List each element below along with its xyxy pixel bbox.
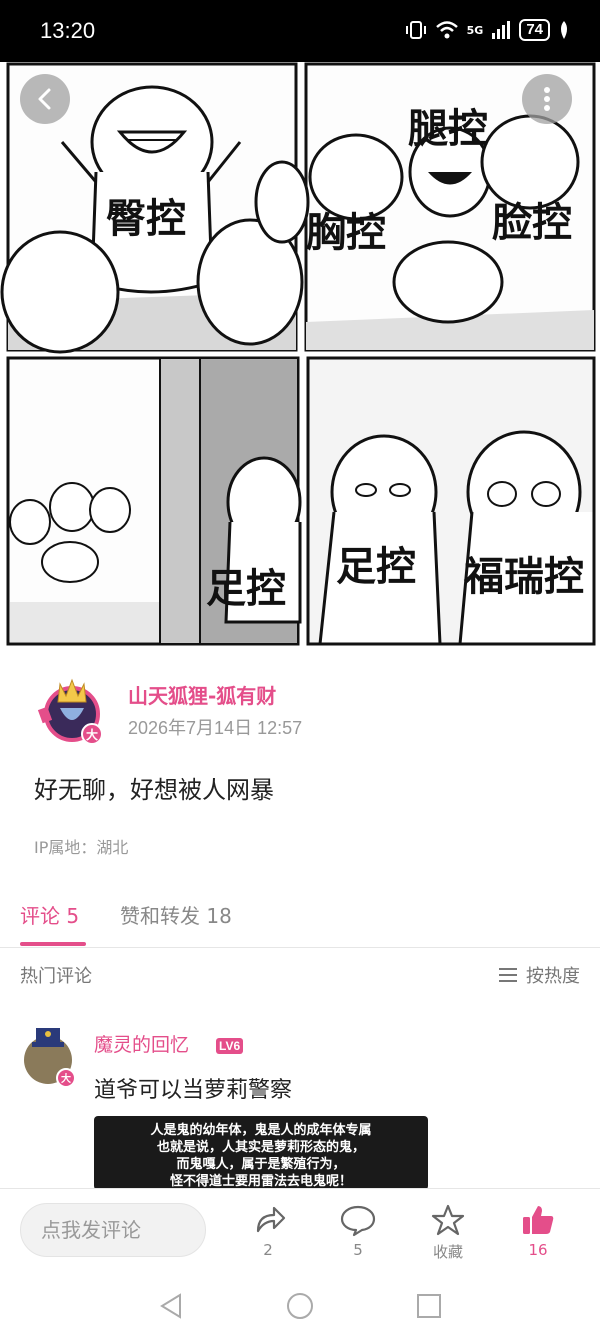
post-image[interactable]: 臀控 腿控 胸控 脸控 足控 足控 福瑞控 <box>0 62 600 646</box>
more-icon <box>544 87 550 111</box>
hot-comments-header: 热门评论 按热度 <box>0 962 600 992</box>
nav-back-icon[interactable] <box>158 1292 184 1320</box>
comment-icon <box>340 1205 376 1237</box>
bottom-action-bar: 点我发评论 2 5 收藏 16 <box>0 1188 600 1270</box>
ip-location: IP属地：湖北 <box>34 838 129 857</box>
system-nav-bar <box>0 1270 600 1340</box>
comment-tabs: 评论 5 赞和转发 18 <box>0 880 600 948</box>
author-avatar[interactable]: 大 <box>34 672 110 748</box>
signal-icon <box>492 21 511 39</box>
sort-button[interactable]: 按热度 <box>498 962 580 988</box>
like-count: 16 <box>528 1241 548 1259</box>
panel-label-5: 足控 <box>206 566 286 612</box>
comment-count: 5 <box>353 1241 363 1259</box>
panel-label-4: 脸控 <box>492 200 572 246</box>
author-avatar-badge: 大 <box>86 727 98 742</box>
comment-text: 道爷可以当萝莉警察 <box>94 1078 293 1103</box>
hot-comments-title: 热门评论 <box>20 966 92 987</box>
status-bar: 13:20 5G 74 <box>0 0 600 62</box>
nav-home-icon[interactable] <box>286 1292 314 1320</box>
comic-drawing: 臀控 腿控 胸控 脸控 足控 足控 福瑞控 <box>0 62 600 646</box>
panel-label-6: 足控 <box>336 544 416 590</box>
wifi-icon <box>435 21 458 39</box>
back-icon <box>38 88 51 110</box>
comment-image[interactable]: 人是鬼的幼年体，鬼是人的成年体专属 也就是说，人其实是萝莉形态的鬼， 而鬼嘎人，… <box>94 1116 428 1190</box>
comment-input[interactable]: 点我发评论 <box>20 1203 206 1257</box>
like-button[interactable]: 16 <box>508 1203 568 1259</box>
commenter-name[interactable]: 魔灵的回忆 <box>94 1030 189 1057</box>
back-button[interactable] <box>20 74 70 124</box>
comment-image-line: 人是鬼的幼年体，鬼是人的成年体专属 <box>150 1123 372 1138</box>
share-icon <box>256 1206 286 1233</box>
nav-recents-icon[interactable] <box>416 1292 442 1320</box>
tab-active-indicator <box>20 942 86 946</box>
sort-icon <box>499 968 517 982</box>
author-name[interactable]: 山天狐狸-狐有财 <box>128 680 276 709</box>
leaf-icon <box>561 21 567 39</box>
level-badge: LV6 <box>216 1038 244 1054</box>
post-text: 好无聊，好想被人网暴 <box>34 776 274 804</box>
comment-image-line: 而鬼嘎人，属于是繁殖行为， <box>176 1157 346 1172</box>
sort-label: 按热度 <box>526 966 580 987</box>
favorite-button[interactable]: 收藏 <box>418 1203 478 1262</box>
commenter-avatar-badge: 大 <box>61 1072 71 1085</box>
panel-label-3: 胸控 <box>306 210 386 256</box>
panel-label-7: 福瑞控 <box>463 554 584 600</box>
post-timestamp: 2026年7月14日 12:57 <box>128 718 303 738</box>
favorite-label: 收藏 <box>432 1243 463 1261</box>
commenter-avatar[interactable]: 大 <box>18 1024 84 1090</box>
vibrate-icon <box>405 21 426 39</box>
post-author: 大 山天狐狸-狐有财 2026年7月14日 12:57 <box>0 670 600 750</box>
share-count: 2 <box>263 1241 273 1259</box>
comment-image-line: 也就是说，人其实是萝莉形态的鬼， <box>156 1140 365 1155</box>
tab-likes-reposts[interactable]: 赞和转发 18 <box>120 900 232 929</box>
like-icon <box>523 1206 554 1234</box>
comment-button[interactable]: 5 <box>328 1203 388 1259</box>
share-button[interactable]: 2 <box>238 1203 298 1259</box>
panel-label-1: 臀控 <box>106 196 186 242</box>
battery-indicator: 74 <box>519 19 550 41</box>
panel-label-2: 腿控 <box>408 106 488 152</box>
tab-comments[interactable]: 评论 5 <box>20 900 79 929</box>
star-icon <box>431 1204 465 1236</box>
status-icons: 5G 74 <box>405 19 570 41</box>
more-button[interactable] <box>522 74 572 124</box>
status-time: 13:20 <box>40 18 96 43</box>
network-label: 5G <box>466 23 484 37</box>
